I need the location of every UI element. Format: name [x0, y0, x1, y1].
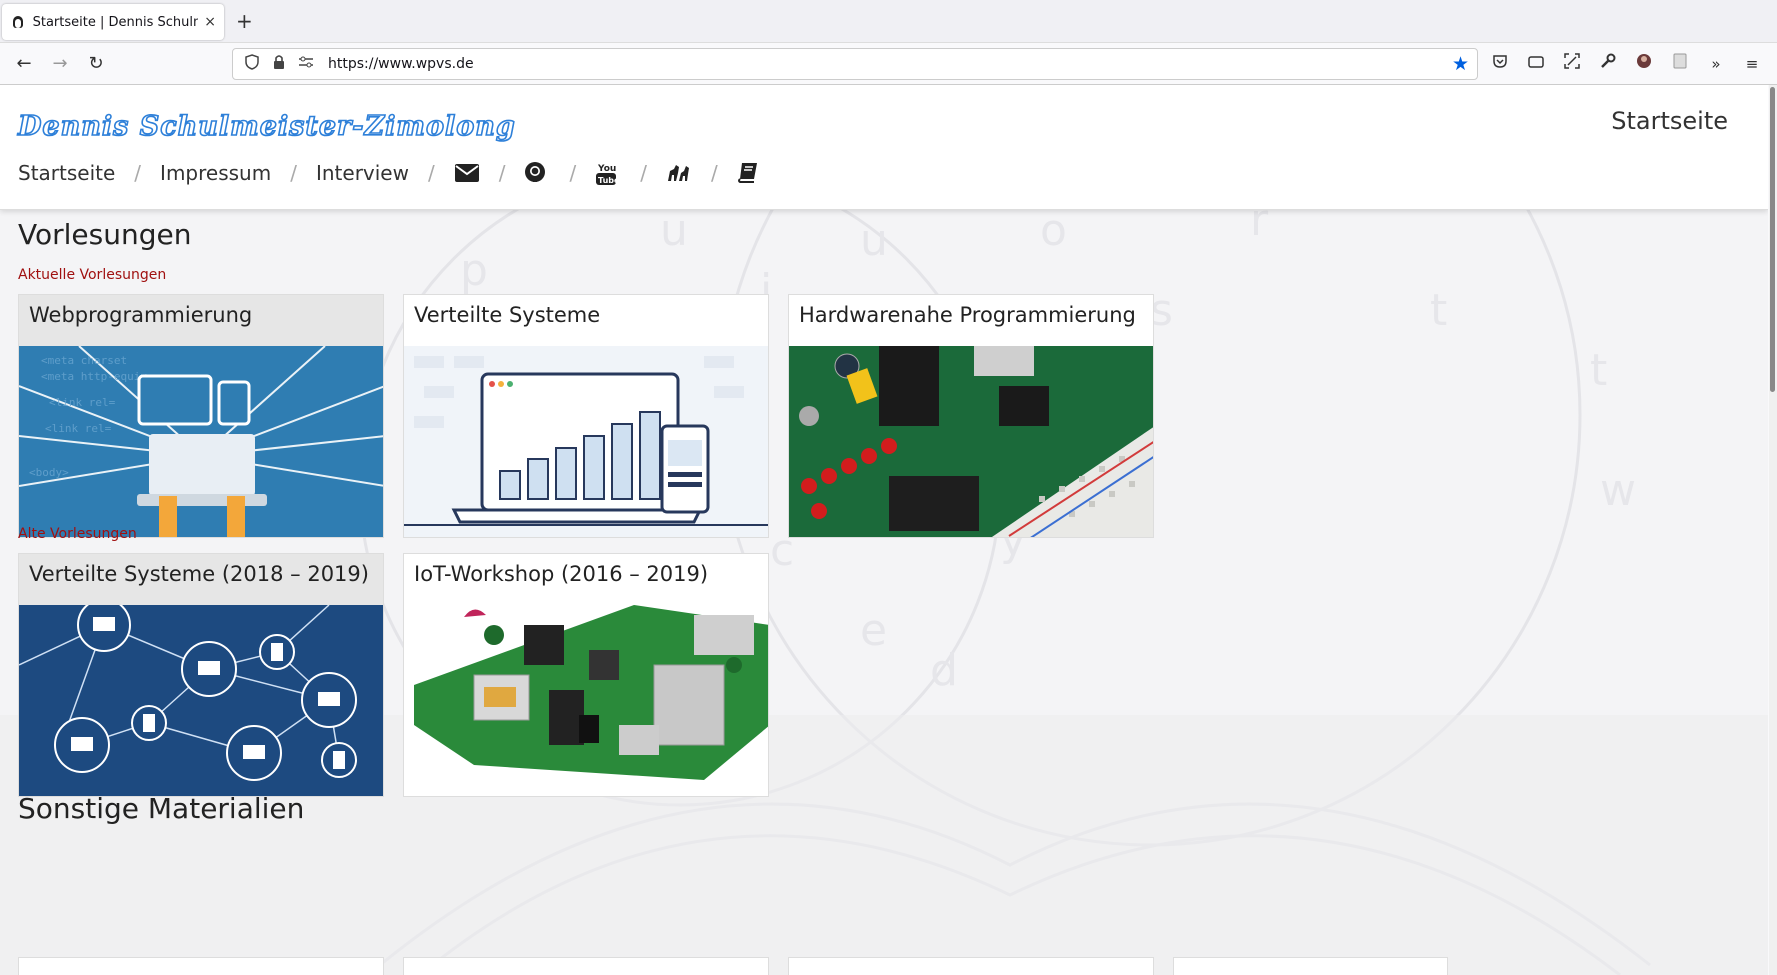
svg-text:<link rel=: <link rel= — [49, 396, 116, 409]
url-bar[interactable]: https://www.wpvs.de ★ — [232, 48, 1478, 80]
permissions-icon[interactable] — [298, 56, 314, 72]
svg-text:t: t — [1590, 345, 1607, 396]
svg-text:<link rel=: <link rel= — [45, 422, 112, 435]
url-text[interactable]: https://www.wpvs.de — [328, 56, 474, 72]
svg-text:o: o — [1040, 205, 1067, 256]
nav-link-interview[interactable]: Interview — [316, 161, 409, 185]
svg-text:w: w — [1600, 465, 1636, 516]
youtube-icon[interactable]: You Tube — [595, 161, 621, 185]
lecture-card-hardwarenahe-programmierung[interactable]: Hardwarenahe Programmierung — [788, 294, 1154, 538]
nav-separator: / — [427, 161, 435, 185]
material-card-3[interactable] — [788, 957, 1154, 975]
github-icon[interactable] — [524, 161, 550, 185]
lecture-card-verteilte-systeme-2018-2019[interactable]: Verteilte Systeme (2018 – 2019) — [18, 553, 384, 797]
nav-separator: / — [498, 161, 506, 185]
distributed-systems-chart-illustration — [404, 346, 768, 537]
raspberry-pi-photo — [404, 605, 768, 796]
browser-nav-bar: ← → ↻ https://www.wpvs.de ★ » ≡ — [0, 43, 1777, 85]
card-title: Verteilte Systeme (2018 – 2019) — [29, 562, 369, 586]
overflow-chevron-icon[interactable]: » — [1705, 53, 1727, 75]
section-heading-vorlesungen: Vorlesungen — [18, 218, 192, 251]
nav-separator: / — [640, 161, 647, 185]
nav-separator: / — [710, 161, 718, 185]
main-navigation: Startseite / Impressum / Interview / / /… — [18, 161, 763, 185]
lecture-card-webprogrammierung[interactable]: Webprogrammierung <meta charset <meta htt… — [18, 294, 384, 538]
card-title: Webprogrammierung — [29, 303, 253, 327]
material-card-2[interactable] — [403, 957, 769, 975]
lecture-card-verteilte-systeme[interactable]: Verteilte Systeme — [403, 294, 769, 538]
pocket-icon[interactable] — [1489, 53, 1511, 75]
tracking-shield-icon[interactable] — [244, 54, 260, 74]
current-page-name: Startseite — [1611, 107, 1728, 135]
reader-view-icon[interactable] — [1525, 53, 1547, 75]
nav-link-startseite[interactable]: Startseite — [18, 161, 115, 185]
nav-separator: / — [290, 161, 297, 185]
card-title: Hardwarenahe Programmierung — [799, 303, 1136, 327]
nav-link-impressum[interactable]: Impressum — [160, 161, 271, 185]
lock-icon[interactable] — [271, 54, 287, 74]
card-title: IoT-Workshop (2016 – 2019) — [414, 562, 709, 586]
browser-tab-bar: Startseite | Dennis Schulm × + — [0, 0, 1777, 43]
site-logo[interactable]: Dennis Schulmeister-Zimolong — [17, 110, 516, 143]
forward-arrow-icon[interactable]: → — [48, 52, 72, 76]
site-header: Dennis Schulmeister-Zimolong Startseite … — [0, 85, 1768, 210]
wrench-icon[interactable] — [1597, 53, 1619, 75]
svg-text:u: u — [860, 215, 888, 266]
page-viewport: pui uos rtt wce dy Dennis Schulmeister-Z… — [0, 85, 1768, 975]
svg-text:u: u — [660, 205, 688, 256]
svg-text:<meta http-equiv: <meta http-equiv — [41, 370, 147, 383]
envelope-icon[interactable] — [454, 161, 480, 185]
nav-separator: / — [134, 161, 142, 185]
hamburger-menu-icon[interactable]: ≡ — [1741, 53, 1763, 75]
svg-text:p: p — [460, 245, 488, 296]
card-title: Verteilte Systeme — [414, 303, 601, 327]
svg-text:d: d — [930, 645, 958, 696]
svg-text:<body>: <body> — [29, 466, 69, 479]
svg-text:<meta charset: <meta charset — [41, 354, 127, 367]
browser-tab-active[interactable]: Startseite | Dennis Schulm × — [2, 4, 224, 40]
network-nodes-illustration — [19, 605, 383, 796]
profile-avatar-icon[interactable] — [1633, 53, 1655, 75]
svg-text:Tube: Tube — [598, 176, 617, 185]
webprogramming-illustration: <meta charset <meta http-equiv <link rel=… — [19, 346, 383, 537]
tab-title: Startseite | Dennis Schulm — [32, 14, 199, 30]
dogs-icon[interactable] — [666, 161, 692, 185]
svg-text:e: e — [860, 605, 887, 656]
nav-separator: / — [569, 161, 577, 185]
material-card-1[interactable] — [18, 957, 384, 975]
page-scrollbar[interactable] — [1769, 85, 1777, 975]
svg-text:t: t — [1430, 285, 1447, 336]
lecture-card-iot-workshop-2016-2019[interactable]: IoT-Workshop (2016 – 2019) — [403, 553, 769, 797]
screenshot-icon[interactable] — [1561, 53, 1583, 75]
subheading-alte-vorlesungen: Alte Vorlesungen — [18, 526, 137, 542]
book-icon[interactable] — [737, 161, 763, 185]
page-icon[interactable] — [1669, 53, 1691, 75]
circuit-board-photo — [789, 346, 1153, 537]
subheading-aktuelle-vorlesungen: Aktuelle Vorlesungen — [18, 267, 167, 283]
bookmark-star-icon[interactable]: ★ — [1452, 53, 1469, 75]
section-heading-sonstige-materialien: Sonstige Materialien — [18, 792, 305, 825]
tab-close-icon[interactable]: × — [204, 14, 216, 30]
back-arrow-icon[interactable]: ← — [12, 52, 36, 76]
reload-icon[interactable]: ↻ — [84, 52, 108, 76]
tux-favicon-icon — [10, 14, 26, 30]
scrollbar-thumb[interactable] — [1770, 87, 1775, 392]
svg-text:You: You — [597, 164, 616, 174]
new-tab-button[interactable]: + — [236, 10, 253, 32]
material-card-4[interactable] — [1173, 957, 1448, 975]
